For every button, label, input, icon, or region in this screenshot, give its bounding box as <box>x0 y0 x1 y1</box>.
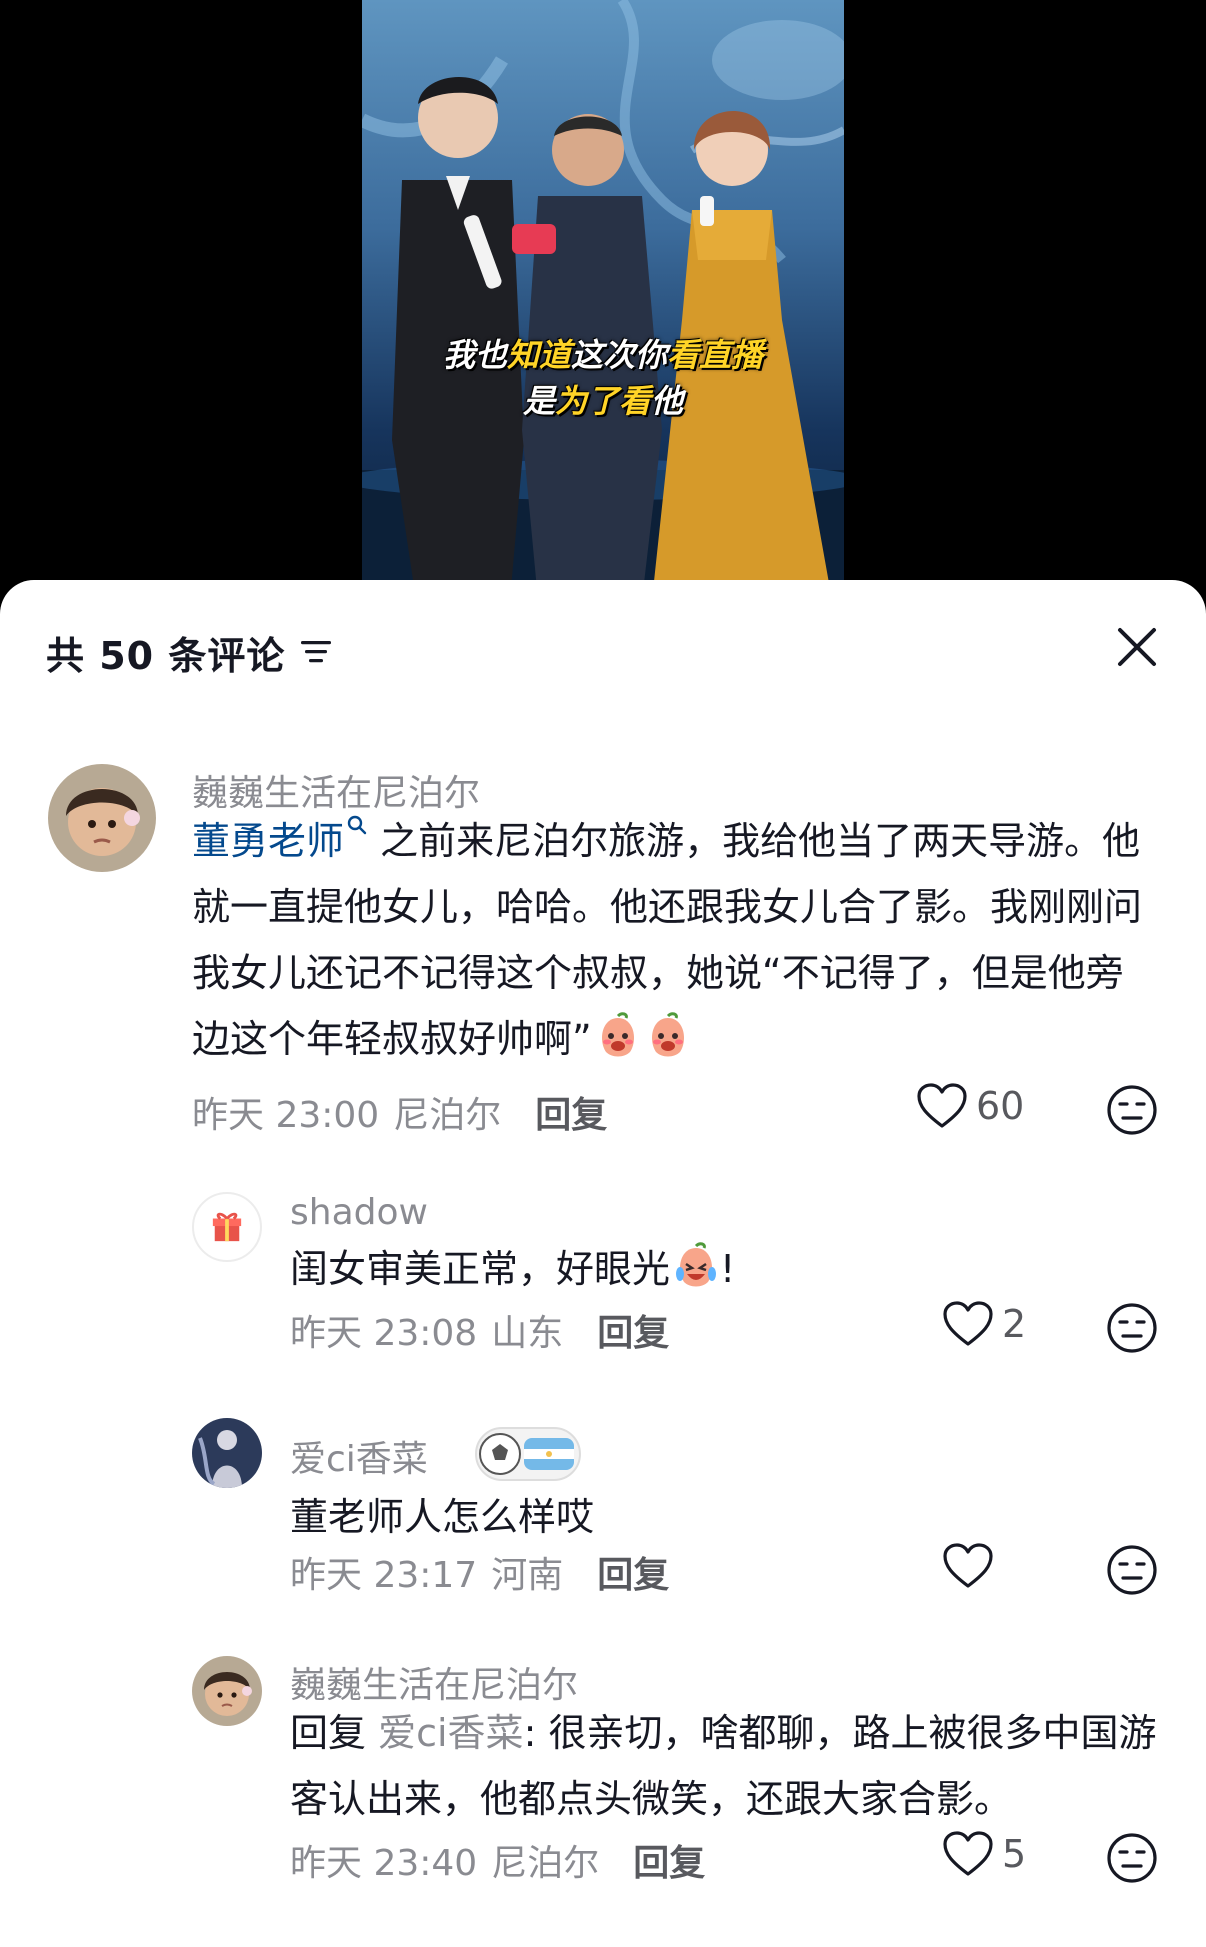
comment-time: 昨天 23:40 <box>290 1843 478 1884</box>
child-avatar-image <box>48 764 156 872</box>
avatar[interactable] <box>192 1418 262 1488</box>
comment-time: 昨天 23:08 <box>290 1313 478 1354</box>
dislike-face-icon[interactable] <box>1106 1084 1158 1136</box>
comment-header: 共 50 条评论 <box>46 622 333 682</box>
mention-link[interactable]: 董勇老师 <box>192 819 344 863</box>
heart-icon <box>943 1831 993 1876</box>
video-frame[interactable]: 我也知道这次你看直播 是为了看他 <box>362 0 844 600</box>
comment-username[interactable]: shadow <box>290 1192 428 1233</box>
search-icon[interactable] <box>346 814 368 836</box>
peach-shy-emoji <box>601 1012 634 1057</box>
video-player[interactable]: 我也知道这次你看直播 是为了看他 <box>0 0 1206 600</box>
soccer-argentina-badge <box>475 1427 581 1481</box>
reply-prefix: 回复 <box>290 1711 367 1755</box>
like-count: 60 <box>976 1084 1025 1128</box>
comment-body: 董老师人怎么样哎 <box>290 1495 595 1539</box>
like-button[interactable] <box>942 1542 1052 1590</box>
like-button[interactable]: 60 <box>916 1082 1026 1130</box>
comment-text: 董老师人怎么样哎 <box>290 1484 1160 1550</box>
comment-location: 尼泊尔 <box>491 1843 600 1884</box>
comment-count-title: 共 50 条评论 <box>46 633 286 678</box>
crying-laugh-emoji <box>676 1242 717 1287</box>
comment-meta: 昨天 23:08 山东 回复 <box>290 1304 669 1356</box>
like-button[interactable]: 2 <box>942 1300 1052 1348</box>
video-scene-illustration <box>362 0 844 600</box>
gift-icon <box>212 1212 242 1242</box>
comment-location: 尼泊尔 <box>393 1095 502 1136</box>
reply-button[interactable]: 回复 <box>633 1834 705 1886</box>
comment-meta: 昨天 23:17 河南 回复 <box>290 1546 669 1598</box>
dislike-face-icon[interactable] <box>1106 1544 1158 1596</box>
comment-text: 董勇老师 之前来尼泊尔旅游，我给他当了两天导游。他就一直提他女儿，哈哈。他还跟我… <box>192 808 1152 1072</box>
comment-meta: 昨天 23:40 尼泊尔 回复 <box>290 1834 705 1886</box>
video-subtitle-line-1: 我也知道这次你看直播 <box>442 336 764 374</box>
comment-meta: 昨天 23:00 尼泊尔 回复 <box>192 1086 607 1138</box>
heart-icon <box>917 1083 967 1128</box>
video-subtitle-line-2: 是为了看他 <box>522 382 684 420</box>
peach-shy-emoji <box>651 1012 684 1057</box>
like-count: 2 <box>1002 1302 1027 1346</box>
like-count: 5 <box>1002 1832 1027 1876</box>
dislike-face-icon[interactable] <box>1106 1302 1158 1354</box>
child-avatar-image <box>192 1656 262 1726</box>
reply-button[interactable]: 回复 <box>597 1546 669 1598</box>
avatar[interactable] <box>192 1656 262 1726</box>
comment-time: 昨天 23:17 <box>290 1555 478 1596</box>
comment-time: 昨天 23:00 <box>192 1095 380 1136</box>
avatar[interactable] <box>48 764 156 872</box>
close-icon[interactable] <box>1114 624 1160 670</box>
comment-location: 河南 <box>491 1555 564 1596</box>
avatar[interactable] <box>192 1192 262 1262</box>
dislike-face-icon[interactable] <box>1106 1832 1158 1884</box>
heart-icon <box>943 1543 993 1588</box>
comment-body: 闺女审美正常，好眼光 <box>290 1247 671 1291</box>
heart-icon <box>943 1301 993 1346</box>
reply-button[interactable]: 回复 <box>535 1086 607 1138</box>
sort-lines-icon[interactable] <box>299 637 333 667</box>
comment-text: 闺女审美正常，好眼光! <box>290 1236 1160 1302</box>
comment-suffix: ! <box>720 1247 736 1291</box>
reply-target-username[interactable]: 爱ci香菜 <box>378 1711 523 1755</box>
reply-button[interactable]: 回复 <box>597 1304 669 1356</box>
comment-location: 山东 <box>491 1313 564 1354</box>
comment-sheet: 共 50 条评论 巍巍生活在尼泊尔 董勇老师 之前来尼泊尔旅游，我给他当了两天导… <box>0 580 1206 1947</box>
comment-text: 回复 爱ci香菜: 很亲切，啥都聊，路上被很多中国游客认出来，他都点头微笑，还跟… <box>290 1700 1170 1832</box>
figure-avatar-image <box>192 1418 262 1488</box>
comment-username[interactable]: 爱ci香菜 <box>290 1430 428 1482</box>
like-button[interactable]: 5 <box>942 1830 1052 1878</box>
